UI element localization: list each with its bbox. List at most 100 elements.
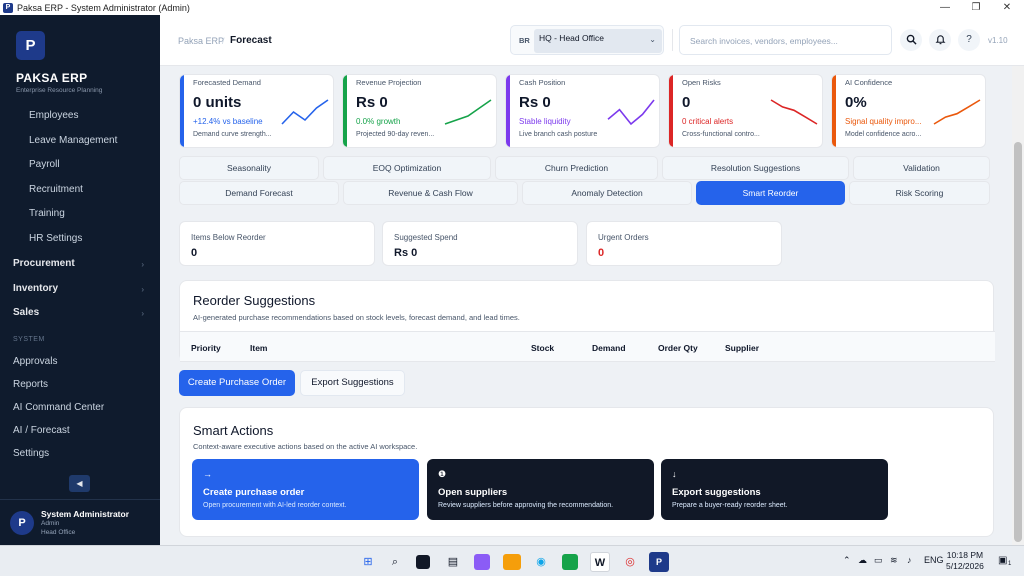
sidebar-item-approvals[interactable]: Approvals	[13, 356, 57, 367]
tab-validation[interactable]: Validation	[853, 156, 990, 180]
sidebar-item-ai-forecast[interactable]: AI / Forecast	[13, 425, 70, 436]
kpi-description: Projected 90-day reven...	[356, 131, 435, 138]
tab-revenue-cash-flow[interactable]: Revenue & Cash Flow	[343, 181, 518, 205]
version-label: v1.10	[988, 36, 1008, 45]
sidebar-collapse-button[interactable]: ◀	[69, 475, 90, 492]
chevron-up-icon[interactable]: ⌃	[843, 555, 851, 566]
clock[interactable]: 10:18 PM 5/12/2026	[946, 550, 984, 572]
column-header-supplier[interactable]: Supplier	[725, 343, 759, 353]
kpi-card-revenue-projection[interactable]: Revenue Projection Rs 0 0.0% growth Proj…	[342, 74, 497, 148]
tab-resolution-suggestions[interactable]: Resolution Suggestions	[662, 156, 849, 180]
tray-icon[interactable]: ☁	[858, 555, 867, 566]
breadcrumb-separator: /	[222, 36, 225, 46]
sidebar-divider	[0, 499, 160, 500]
tab-eoq-optimization[interactable]: EOQ Optimization	[323, 156, 491, 180]
search-button[interactable]	[900, 29, 922, 51]
column-header-order-qty[interactable]: Order Qty	[658, 343, 698, 353]
tab-anomaly-detection[interactable]: Anomaly Detection	[522, 181, 692, 205]
sidebar-item-label: Procurement	[13, 258, 75, 269]
reorder-title: Reorder Suggestions	[193, 293, 316, 308]
search-input[interactable]: Search invoices, vendors, employees...	[679, 25, 892, 55]
sidebar-item-employees[interactable]: Employees	[29, 110, 78, 121]
kpi-description: Model confidence acro...	[845, 131, 922, 138]
breadcrumb-root[interactable]: Paksa ERP	[178, 36, 224, 46]
kpi-card-open-risks[interactable]: Open Risks 0 0 critical alerts Cross-fun…	[668, 74, 823, 148]
header-divider	[672, 29, 673, 51]
column-header-demand[interactable]: Demand	[592, 343, 626, 353]
tab-seasonality[interactable]: Seasonality	[179, 156, 319, 180]
help-button[interactable]: ?	[958, 29, 980, 51]
sidebar-item-inventory[interactable]: Inventory	[13, 283, 58, 294]
sidebar-item-ai-command-center[interactable]: AI Command Center	[13, 402, 104, 413]
sidebar-item-reports[interactable]: Reports	[13, 379, 48, 390]
sidebar-item-hr-settings[interactable]: HR Settings	[29, 233, 82, 244]
sidebar-item-label: Inventory	[13, 283, 59, 294]
branch-selector: BR HQ - Head Office ⌄	[510, 25, 664, 55]
kpi-card-cash-position[interactable]: Cash Position Rs 0 Stable liquidity Live…	[505, 74, 660, 148]
main-content: Forecasted Demand 0 units +12.4% vs base…	[160, 66, 1012, 545]
brand-name: PAKSA ERP	[16, 71, 88, 85]
chrome-icon[interactable]: ◎	[620, 552, 640, 572]
smart-actions-subtitle: Context-aware executive actions based on…	[193, 442, 418, 451]
sidebar-item-sales[interactable]: Sales	[13, 307, 39, 318]
sidebar-item-payroll[interactable]: Payroll	[29, 159, 60, 170]
tab-demand-forecast[interactable]: Demand Forecast	[179, 181, 339, 205]
column-header-priority[interactable]: Priority	[191, 343, 221, 353]
action-open-suppliers[interactable]: ❶ Open suppliers Review suppliers before…	[427, 459, 654, 520]
column-header-item[interactable]: Item	[250, 343, 267, 353]
sidebar-item-settings[interactable]: Settings	[13, 448, 49, 459]
sidebar-item-procurement[interactable]: Procurement	[13, 258, 173, 269]
widgets-icon[interactable]: ▤	[443, 552, 463, 572]
tab-smart-reorder[interactable]: Smart Reorder	[696, 181, 845, 205]
kpi-value: 0	[682, 94, 691, 111]
main-scrollbar[interactable]	[1012, 66, 1024, 545]
kpi-accent-bar	[343, 75, 347, 147]
battery-icon[interactable]: ▭	[874, 555, 883, 566]
sidebar-item-leave-management[interactable]: Leave Management	[29, 135, 117, 146]
sidebar-item-training[interactable]: Training	[29, 208, 65, 219]
kpi-delta: Signal quality impro...	[845, 117, 922, 126]
notification-icon[interactable]: ▣	[998, 555, 1007, 566]
branch-select[interactable]: HQ - Head Office ⌄	[534, 29, 662, 53]
search-icon[interactable]: ⌕	[385, 552, 405, 572]
create-purchase-order-button[interactable]: Create Purchase Order	[179, 370, 295, 396]
arrow-down-icon: ↓	[672, 469, 677, 479]
task-view-icon[interactable]	[416, 555, 430, 569]
column-header-stock[interactable]: Stock	[531, 343, 554, 353]
action-description: Prepare a buyer-ready reorder sheet.	[672, 502, 788, 509]
paksa-erp-app-icon[interactable]: P	[649, 552, 669, 572]
store-app-icon[interactable]	[474, 554, 490, 570]
kpi-card-ai-confidence[interactable]: AI Confidence 0% Signal quality impro...…	[831, 74, 986, 148]
stat-value: 0	[191, 247, 198, 259]
kpi-sparkline	[607, 99, 655, 126]
notifications-button[interactable]	[929, 29, 951, 51]
stat-label: Suggested Spend	[394, 233, 458, 242]
kpi-card-forecasted-demand[interactable]: Forecasted Demand 0 units +12.4% vs base…	[179, 74, 334, 148]
branch-select-value: HQ - Head Office	[539, 33, 605, 43]
kpi-value: Rs 0	[356, 94, 388, 111]
wifi-icon[interactable]: ≋	[890, 555, 898, 566]
window-titlebar: P Paksa ERP - System Administrator (Admi…	[0, 0, 1024, 15]
action-export-suggestions[interactable]: ↓ Export suggestions Prepare a buyer-rea…	[661, 459, 888, 520]
tab-risk-scoring[interactable]: Risk Scoring	[849, 181, 990, 205]
notepad-icon[interactable]: W	[590, 552, 610, 572]
microsoft-store-icon[interactable]	[562, 554, 578, 570]
export-suggestions-button[interactable]: Export Suggestions	[300, 370, 405, 396]
action-create-purchase-order[interactable]: → Create purchase order Open procurement…	[192, 459, 419, 520]
scrollbar-thumb[interactable]	[1014, 142, 1022, 542]
start-icon[interactable]: ⊞	[358, 552, 378, 572]
volume-icon[interactable]: ♪	[907, 555, 912, 565]
kpi-delta: +12.4% vs baseline	[193, 117, 263, 126]
sidebar-item-recruitment[interactable]: Recruitment	[29, 184, 83, 195]
minimize-icon[interactable]: —	[930, 0, 960, 15]
language-indicator[interactable]: ENG	[924, 555, 944, 565]
avatar[interactable]: P	[10, 511, 34, 535]
maximize-icon[interactable]: ❐	[961, 0, 991, 15]
file-explorer-icon[interactable]	[503, 554, 521, 570]
kpi-label: Revenue Projection	[356, 78, 422, 87]
edge-browser-icon[interactable]: ◉	[531, 552, 551, 572]
kpi-sparkline	[281, 99, 329, 125]
close-icon[interactable]: ✕	[992, 0, 1022, 15]
kpi-accent-bar	[832, 75, 836, 147]
tab-churn-prediction[interactable]: Churn Prediction	[495, 156, 658, 180]
